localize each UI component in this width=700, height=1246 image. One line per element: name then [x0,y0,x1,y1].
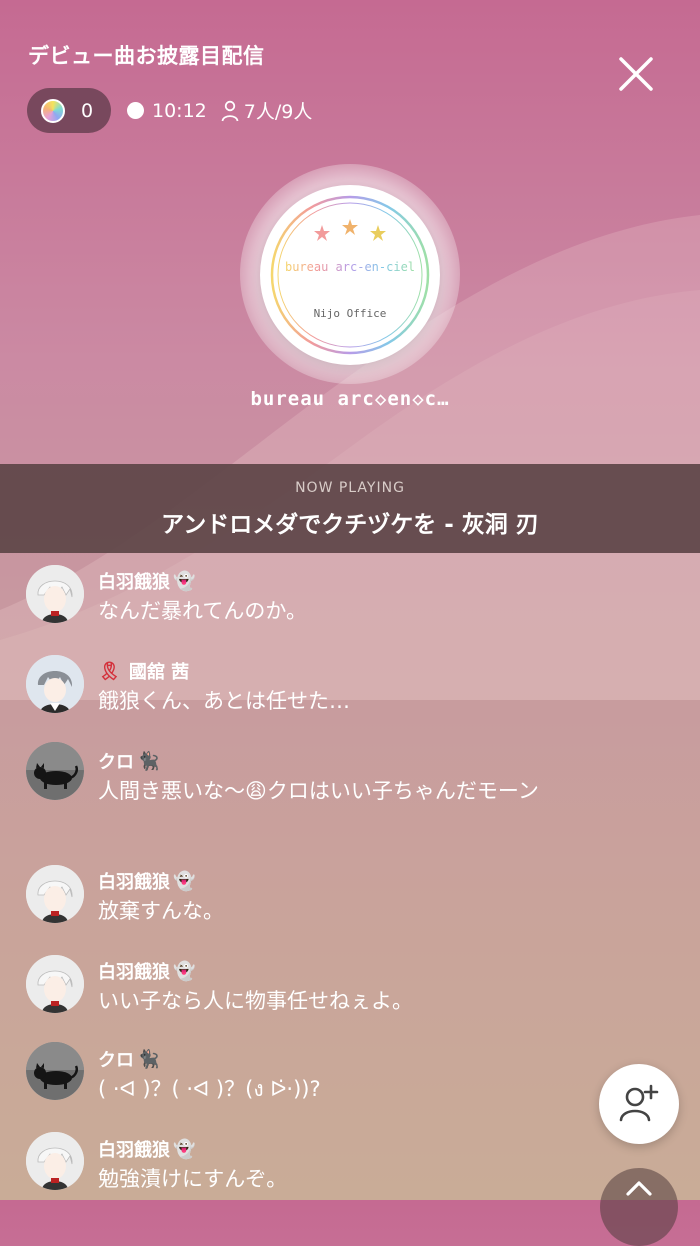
chat-username: クロ 🐈‍⬛ [98,1048,160,1072]
chat-text: 餓狼くん、あとは任せた… [98,689,350,713]
chat-text: 人間き悪いな〜😩クロはいい子ちゃんだモーン [98,779,539,803]
ribbon-icon: 🎗 [98,660,121,682]
share-button[interactable] [600,1168,678,1246]
coin-icon [41,98,65,123]
close-button[interactable] [608,46,664,102]
chat-username: 白羽餓狼 👻 [98,870,196,894]
avatar[interactable] [26,1042,84,1100]
elapsed-time: 10:12 [152,99,207,122]
ghost-badge-icon: 👻 [173,870,196,892]
chat-username: 🎗 國舘 茜 [98,660,190,684]
stream-title: デビュー曲お披露目配信 [28,44,265,68]
avatar[interactable] [26,865,84,923]
avatar[interactable] [26,742,84,800]
white-hair-boy-avatar [26,865,84,923]
now-playing-bar[interactable]: NOW PLAYING アンドロメダでクチヅケを - 灰洞 刃 [0,464,700,553]
avatar[interactable] [26,955,84,1013]
chat-username: クロ 🐈‍⬛ [98,750,160,774]
now-playing-label: NOW PLAYING [295,480,405,496]
white-hair-boy-avatar [26,1132,84,1190]
ghost-badge-icon: 👻 [173,1138,196,1160]
now-playing-track: アンドロメダでクチヅケを - 灰洞 刃 [161,512,539,538]
black-cat-avatar [26,742,84,800]
close-icon [619,57,653,91]
logo-top-text: bureau arc-en-ciel [285,260,415,274]
stream-stats: 0 10:12 7人/9人 [27,88,312,133]
black-cat-badge-icon: 🐈‍⬛ [137,1048,160,1070]
live-dot-icon [127,102,144,119]
avatar[interactable] [26,655,84,713]
chat-text: ( ·ᐊ )？( ·ᐊ )？(ง ᐅ̇·))? [98,1077,321,1101]
black-cat-badge-icon: 🐈‍⬛ [137,750,160,772]
logo-bottom-text: Nijo Office [314,307,387,320]
coin-count: 0 [81,99,94,122]
white-hair-boy-avatar [26,955,84,1013]
listener-count: 7人/9人 [243,101,313,123]
share-icon [626,1181,652,1196]
channel-name[interactable]: bureau arc◇en◇c… [150,388,550,410]
add-friend-icon [619,1084,659,1122]
channel-logo[interactable]: bureau arc-en-ciel Nijo Office [260,185,440,365]
add-friend-button[interactable] [599,1064,679,1144]
chat-text: 放棄すんな。 [98,899,224,923]
person-icon [221,100,239,121]
black-cat-avatar [26,1042,84,1100]
chat-text: いい子なら人に物事任せねぇよ。 [98,989,413,1013]
chat-username: 白羽餓狼 👻 [98,570,196,594]
chat-username: 白羽餓狼 👻 [98,1138,196,1162]
coin-counter[interactable]: 0 [27,88,111,133]
white-hair-boy-avatar [26,565,84,623]
chat-username: 白羽餓狼 👻 [98,960,196,984]
ghost-badge-icon: 👻 [173,570,196,592]
ghost-badge-icon: 👻 [173,960,196,982]
chat-text: 勉強漬けにすんぞ。 [98,1167,288,1191]
channel-logo-graphic: bureau arc-en-ciel Nijo Office [270,195,430,355]
gray-hair-boy-avatar [26,655,84,713]
avatar[interactable] [26,565,84,623]
avatar[interactable] [26,1132,84,1190]
chat-text: なんだ暴れてんのか。 [98,599,307,623]
